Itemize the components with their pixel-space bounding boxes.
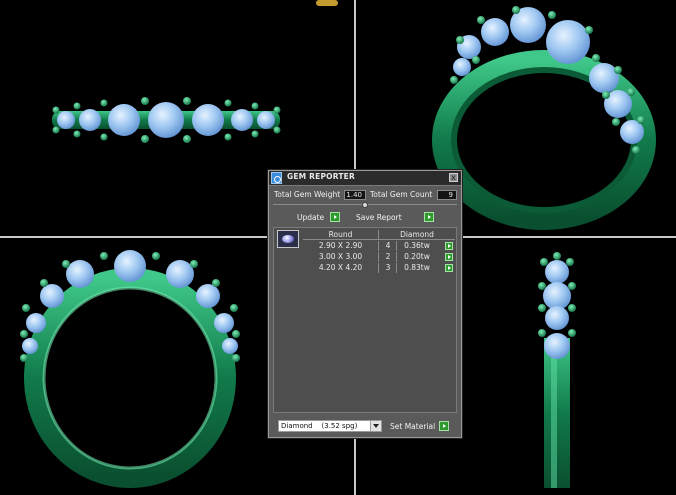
small-ring-thumbnail (316, 0, 338, 6)
splitter-handle[interactable] (362, 202, 368, 208)
gem-row[interactable]: 4.20 X 4.20 3 0.83tw (303, 263, 454, 273)
panel-titlebar[interactable]: GEM REPORTER x (269, 171, 461, 186)
app-icon (271, 172, 282, 184)
update-button[interactable]: Update (297, 213, 324, 222)
gem-weight: 0.20tw (396, 252, 437, 262)
panel-title: GEM REPORTER (287, 172, 355, 181)
gem-size: 2.90 X 2.90 (318, 241, 363, 250)
column-header-material: Diamond (378, 230, 455, 240)
select-gem-arrow-icon[interactable] (445, 264, 453, 272)
select-gem-arrow-icon[interactable] (445, 242, 453, 250)
gem-size: 3.00 X 3.00 (318, 252, 363, 261)
save-report-button[interactable]: Save Report (356, 213, 402, 222)
material-select-value: Diamond (3.52 spg) (281, 422, 358, 430)
close-icon[interactable]: x (449, 173, 458, 182)
dropdown-arrow-icon[interactable] (370, 421, 381, 431)
select-gem-arrow-icon[interactable] (445, 253, 453, 261)
set-material-button[interactable]: Set Material (390, 422, 435, 431)
total-gem-weight-value: 1.40 (344, 190, 366, 200)
gem-reporter-panel: GEM REPORTER x Total Gem Weight 1.40 Tot… (268, 170, 462, 438)
gem-count: 2 (378, 252, 397, 262)
gem-list: Round Diamond 2.90 X 2.90 4 0.36tw 3.00 … (273, 227, 457, 413)
gem-size: 4.20 X 4.20 (318, 263, 363, 272)
material-select[interactable]: Diamond (3.52 spg) (278, 420, 382, 432)
gem-row[interactable]: 3.00 X 3.00 2 0.20tw (303, 252, 454, 262)
gem-count: 3 (378, 263, 397, 273)
gem-weight: 0.83tw (396, 263, 437, 273)
gem-thumbnail-stone (282, 235, 294, 243)
total-gem-count-label: Total Gem Count (370, 190, 433, 199)
gem-row[interactable]: 2.90 X 2.90 4 0.36tw (303, 241, 454, 251)
set-material-arrow-icon[interactable] (439, 421, 449, 431)
gem-weight: 0.36tw (396, 241, 437, 251)
total-gem-weight-label: Total Gem Weight (274, 190, 341, 199)
gem-thumbnail-icon[interactable] (277, 230, 299, 248)
save-arrow-icon[interactable] (424, 212, 434, 222)
total-gem-count-value: 9 (437, 190, 457, 200)
column-header-shape: Round (303, 230, 378, 240)
gem-count: 4 (378, 241, 397, 251)
update-arrow-icon[interactable] (330, 212, 340, 222)
